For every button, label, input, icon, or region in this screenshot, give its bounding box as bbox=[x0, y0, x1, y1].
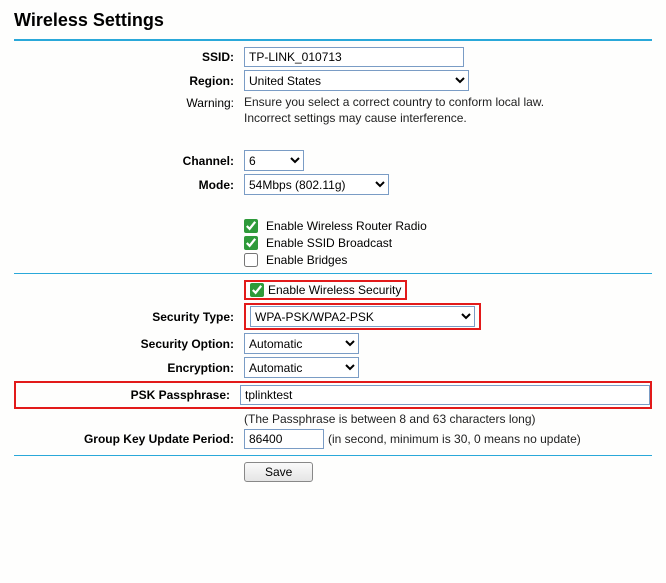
group-key-note: (in second, minimum is 30, 0 means no up… bbox=[328, 432, 581, 446]
security-type-highlight: WPA-PSK/WPA2-PSK bbox=[244, 303, 481, 330]
divider bbox=[14, 455, 652, 456]
psk-note: (The Passphrase is between 8 and 63 char… bbox=[244, 412, 652, 426]
security-type-label: Security Type: bbox=[14, 310, 244, 324]
warning-line1: Ensure you select a correct country to c… bbox=[244, 95, 544, 109]
encryption-label: Encryption: bbox=[14, 361, 244, 375]
channel-select[interactable]: 6 bbox=[244, 150, 304, 171]
psk-label: PSK Passphrase: bbox=[16, 388, 240, 402]
psk-input[interactable] bbox=[240, 385, 650, 405]
security-highlight: Enable Wireless Security bbox=[244, 280, 407, 300]
mode-label: Mode: bbox=[14, 178, 244, 192]
divider bbox=[14, 273, 652, 274]
security-option-select[interactable]: Automatic bbox=[244, 333, 359, 354]
security-option-label: Security Option: bbox=[14, 337, 244, 351]
security-label: Enable Wireless Security bbox=[268, 283, 401, 297]
group-key-input[interactable] bbox=[244, 429, 324, 449]
mode-select[interactable]: 54Mbps (802.11g) bbox=[244, 174, 389, 195]
bridges-checkbox[interactable] bbox=[244, 253, 258, 267]
warning-label: Warning: bbox=[14, 94, 244, 110]
ssid-broadcast-checkbox[interactable] bbox=[244, 236, 258, 250]
encryption-select[interactable]: Automatic bbox=[244, 357, 359, 378]
security-type-select[interactable]: WPA-PSK/WPA2-PSK bbox=[250, 306, 475, 327]
region-label: Region: bbox=[14, 74, 244, 88]
group-key-label: Group Key Update Period: bbox=[14, 432, 244, 446]
page-title: Wireless Settings bbox=[14, 10, 652, 31]
ssid-input[interactable] bbox=[244, 47, 464, 67]
ssid-label: SSID: bbox=[14, 50, 244, 64]
bridges-label: Enable Bridges bbox=[266, 253, 347, 267]
save-button[interactable]: Save bbox=[244, 462, 313, 482]
psk-highlight: PSK Passphrase: bbox=[14, 381, 652, 409]
router-radio-label: Enable Wireless Router Radio bbox=[266, 219, 427, 233]
channel-label: Channel: bbox=[14, 154, 244, 168]
warning-line2: Incorrect settings may cause interferenc… bbox=[244, 111, 467, 125]
region-select[interactable]: United States bbox=[244, 70, 469, 91]
divider bbox=[14, 39, 652, 41]
router-radio-checkbox[interactable] bbox=[244, 219, 258, 233]
security-checkbox[interactable] bbox=[250, 283, 264, 297]
ssid-broadcast-label: Enable SSID Broadcast bbox=[266, 236, 392, 250]
